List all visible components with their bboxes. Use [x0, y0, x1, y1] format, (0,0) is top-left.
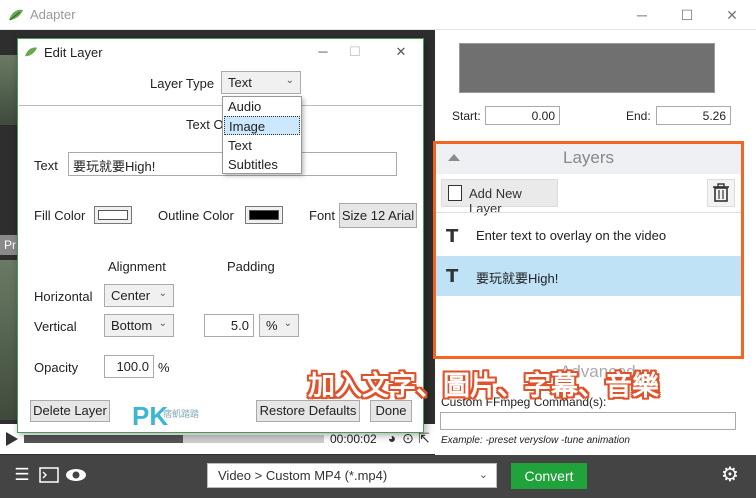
layer-item-label: 要玩就要High! [476, 271, 559, 286]
terminal-icon[interactable] [37, 463, 61, 487]
ffmpeg-input[interactable] [440, 412, 736, 430]
layer-type-option-text[interactable]: Text [224, 136, 300, 155]
vertical-align-select[interactable]: Bottom ⌄ [104, 314, 174, 337]
opacity-unit: % [158, 360, 170, 375]
outline-color-swatch[interactable] [245, 206, 283, 224]
app-logo-icon [9, 9, 23, 21]
trash-icon [713, 183, 729, 202]
pk-watermark-sub: 痞凱踏踏 [163, 409, 200, 419]
layer-type-option-image[interactable]: Image [224, 116, 300, 135]
font-button[interactable]: Size 12 Arial [339, 203, 417, 228]
bottom-toolbar: ☰ Video > Custom MP4 (*.mp4) ⌄ Convert ⚙ [0, 455, 756, 498]
alignment-label: Alignment [108, 259, 166, 274]
dialog-logo-icon [25, 47, 37, 57]
play-icon[interactable] [6, 432, 18, 446]
start-field[interactable]: 0.00 [485, 106, 560, 125]
app-title: Adapter [30, 7, 76, 22]
opacity-label: Opacity [34, 360, 79, 375]
font-label: Font [309, 208, 336, 223]
end-field[interactable]: 5.26 [656, 106, 731, 125]
layer-type-option-subtitles[interactable]: Subtitles [224, 155, 300, 174]
add-layer-button[interactable]: Add New Layer [441, 179, 558, 216]
vertical-align-value: Bottom [111, 318, 153, 333]
horizontal-align-select[interactable]: Center ⌄ [104, 284, 174, 307]
chevron-down-icon: ⌄ [158, 318, 167, 329]
vertical-label: Vertical [34, 319, 77, 334]
layer-type-select[interactable]: Text ⌄ [221, 71, 301, 94]
layer-item-label: Enter text to overlay on the video [476, 228, 667, 243]
padding-label: Padding [227, 259, 275, 274]
layers-header[interactable]: Layers [436, 144, 741, 174]
seek-bar[interactable] [24, 435, 324, 443]
divider [19, 105, 422, 106]
delete-layer-button[interactable]: Delete Layer [30, 400, 110, 422]
opacity-input[interactable]: 100.0 [104, 355, 154, 378]
layer-type-dropdown: Audio Image Text Subtitles [222, 96, 302, 174]
chevron-down-icon: ⌄ [158, 288, 167, 299]
horizontal-align-value: Center [111, 288, 151, 303]
close-button[interactable]: ✕ [710, 0, 754, 30]
new-layer-icon [448, 185, 462, 201]
settings-gear-icon[interactable]: ⚙ [718, 463, 742, 487]
ffmpeg-example: Example: -preset veryslow -tune animatio… [441, 435, 630, 446]
seek-progress [24, 435, 183, 443]
layer-item-selected[interactable]: T 要玩就要High! [436, 256, 741, 296]
minimize-button[interactable]: ─ [620, 0, 664, 30]
padding-input[interactable]: 5.0 [204, 314, 254, 337]
preview-eye-icon[interactable] [64, 463, 88, 487]
fill-color-label: Fill Color [34, 208, 86, 223]
fill-color-preview [98, 210, 128, 220]
dialog-close-button[interactable]: ✕ [386, 41, 416, 63]
horizontal-label: Horizontal [34, 289, 93, 304]
dialog-maximize-button: ☐ [349, 44, 361, 59]
done-button[interactable]: Done [370, 400, 412, 422]
waveform-preview [459, 43, 715, 93]
menu-icon[interactable]: ☰ [10, 463, 34, 487]
restore-defaults-button[interactable]: Restore Defaults [256, 400, 360, 422]
start-label: Start: [452, 109, 481, 123]
layers-title: Layers [562, 148, 615, 167]
layers-panel: Layers Add New Layer T Enter text to ove… [433, 141, 744, 359]
outline-color-preview [249, 210, 279, 220]
divider [436, 212, 741, 213]
app-titlebar: Adapter ─ ☐ ✕ [0, 0, 756, 30]
text-label: Text [34, 158, 58, 173]
end-label: End: [626, 109, 651, 123]
text-options-heading: Text O [186, 117, 224, 132]
timecode: 00:00:02 [330, 432, 377, 446]
layer-item[interactable]: T Enter text to overlay on the video [436, 216, 741, 256]
padding-unit-select[interactable]: % ⌄ [259, 314, 299, 337]
dialog-minimize-button[interactable]: ─ [308, 41, 338, 63]
chevron-down-icon: ⌄ [285, 75, 294, 86]
overlay-caption: 加入文字、圖片、字幕、音樂 [308, 371, 659, 402]
outline-color-label: Outline Color [158, 208, 234, 223]
maximize-button[interactable]: ☐ [665, 0, 709, 30]
text-layer-icon: T [446, 266, 459, 287]
chevron-down-icon: ⌄ [478, 469, 488, 481]
convert-button[interactable]: Convert [511, 463, 587, 489]
chevron-down-icon: ⌄ [283, 318, 292, 329]
dialog-title: Edit Layer [44, 45, 103, 60]
layer-type-label: Layer Type [150, 76, 215, 91]
layer-type-value: Text [228, 75, 252, 90]
fill-color-swatch[interactable] [94, 206, 132, 224]
output-format-select[interactable]: Video > Custom MP4 (*.mp4) ⌄ [207, 463, 497, 488]
layer-type-option-audio[interactable]: Audio [224, 97, 300, 116]
output-format-value: Video > Custom MP4 (*.mp4) [218, 468, 388, 483]
delete-layer-button[interactable] [707, 179, 735, 207]
text-layer-icon: T [446, 226, 459, 247]
padding-unit-value: % [266, 318, 278, 333]
